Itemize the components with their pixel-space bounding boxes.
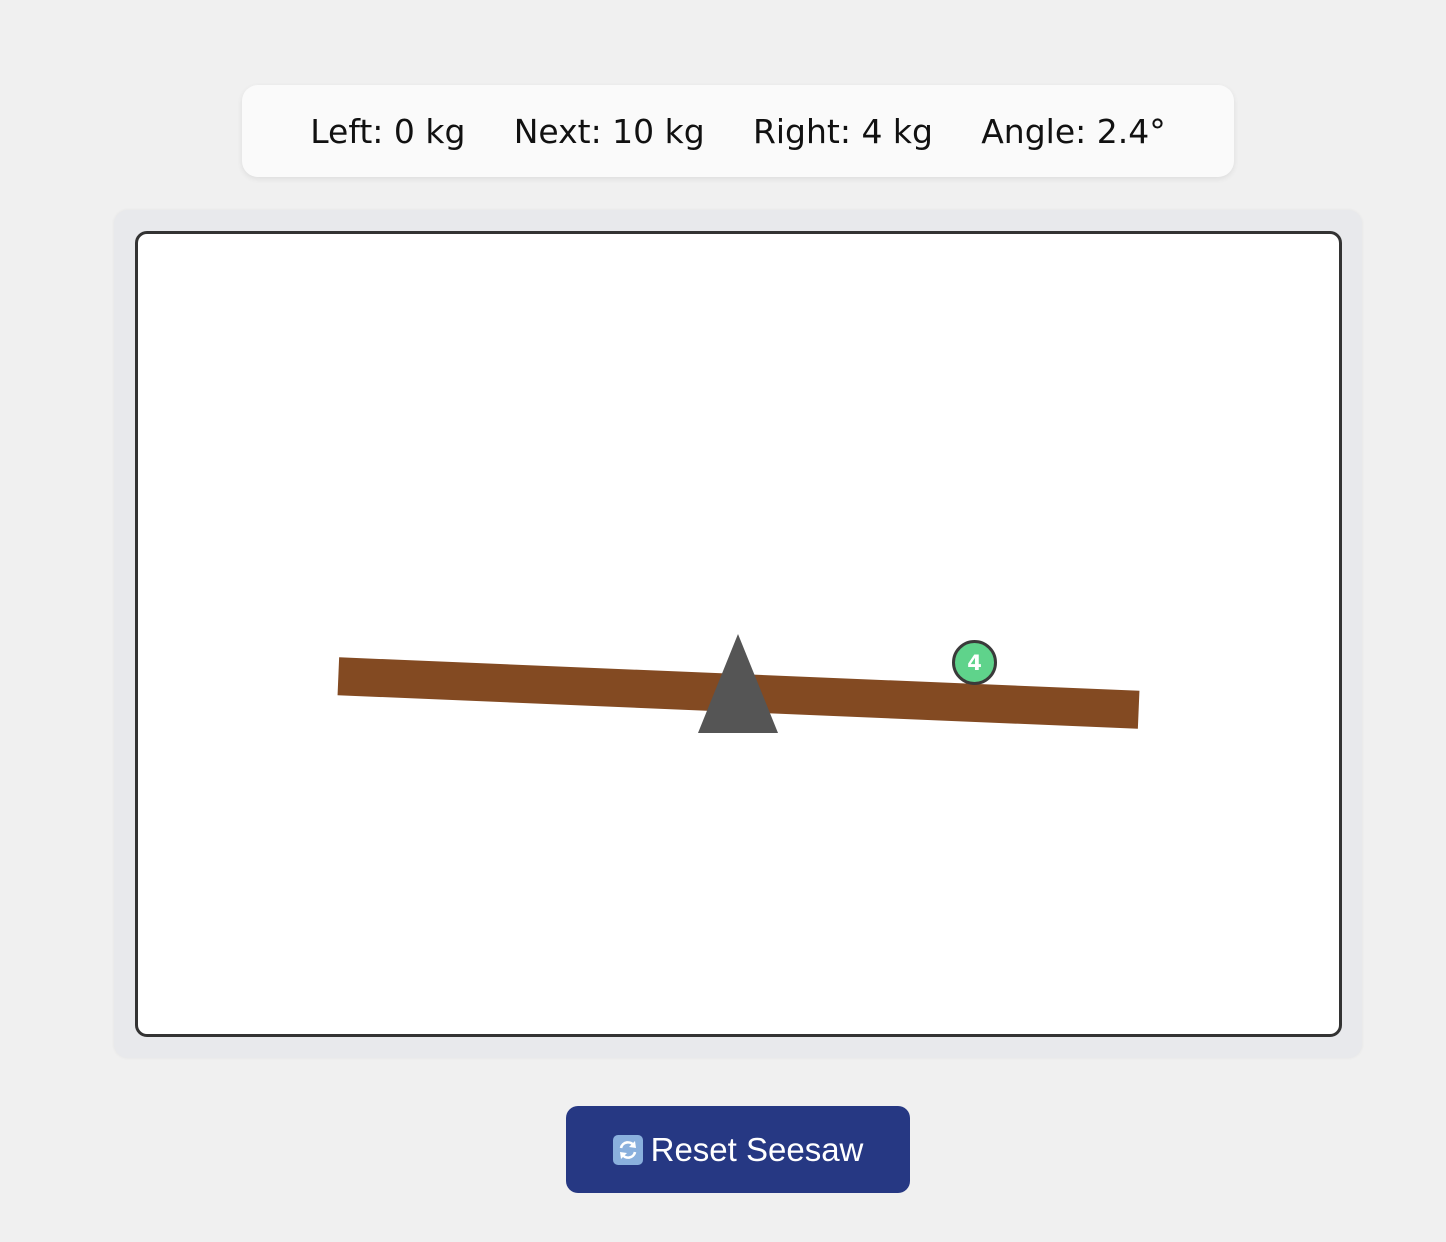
left-weight-stat: Left: 0 kg [310,111,466,151]
stats-bar: Left: 0 kg Next: 10 kg Right: 4 kg Angle… [242,85,1234,177]
reset-seesaw-button[interactable]: Reset Seesaw [566,1106,910,1193]
right-weight-stat: Right: 4 kg [752,111,933,151]
fulcrum [698,634,778,733]
refresh-icon [612,1134,643,1165]
angle-stat: Angle: 2.4° [981,111,1166,151]
weight-object[interactable]: 4 [952,640,997,685]
reset-label: Reset Seesaw [650,1130,864,1168]
next-weight-stat: Next: 10 kg [513,111,705,151]
